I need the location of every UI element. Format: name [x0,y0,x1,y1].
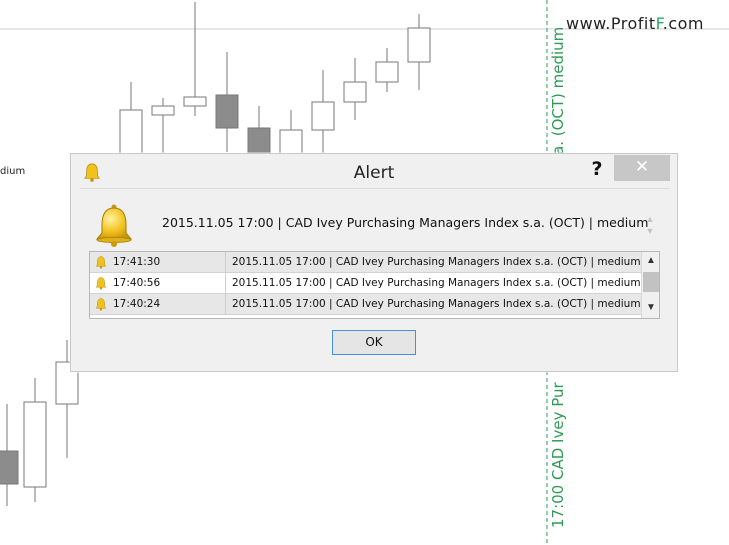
alert-text: 2015.11.05 17:00 | CAD Ivey Purchasing M… [232,298,641,310]
scroll-up-icon[interactable]: ▲ [642,254,659,268]
bullish-candle [23,401,47,488]
watermark-prefix: www.Profit [566,14,656,33]
event-label-upper: a. (OCT) medium [549,26,567,155]
bullish-candle [407,27,431,63]
alert-message: 2015.11.05 17:00 | CAD Ivey Purchasing M… [162,215,649,230]
column-divider [225,273,226,293]
bullish-candle [343,81,367,103]
message-scroll[interactable]: ▲ ▼ [643,213,657,243]
column-divider [225,252,226,272]
bell-icon [95,298,107,311]
list-item[interactable]: 17:40:56 2015.11.05 17:00 | CAD Ivey Pur… [90,273,641,293]
list-item[interactable]: 17:40:24 2015.11.05 17:00 | CAD Ivey Pur… [90,294,641,314]
list-scrollbar[interactable]: ▲ ▼ [641,252,659,318]
bell-icon [95,256,107,269]
watermark-suffix: .com [662,14,705,33]
close-button[interactable]: ✕ [614,155,670,181]
bearish-candle [215,94,239,129]
truncated-label: dium [0,166,26,177]
row-divider [90,314,641,315]
dialog-titlebar[interactable]: Alert ? ✕ [71,154,677,188]
bullish-candle [375,61,399,83]
alert-dialog: Alert ? ✕ 2015.11.05 17:00 | CAD Ivey Pu… [70,153,678,372]
dialog-content: 2015.11.05 17:00 | CAD Ivey Purchasing M… [80,188,669,367]
list-item[interactable]: 17:41:30 2015.11.05 17:00 | CAD Ivey Pur… [90,252,641,272]
alert-time: 17:40:24 [113,298,161,310]
alert-bell-icon [95,204,133,247]
help-button[interactable]: ? [586,156,608,182]
alert-time: 17:41:30 [113,256,161,268]
bearish-candle [0,450,19,485]
event-label-lower: 17:00 CAD Ivey Pur [549,382,567,528]
bullish-candle [311,101,335,131]
alert-time: 17:40:56 [113,277,161,289]
bullish-candle [151,105,175,116]
column-divider [225,294,226,314]
alert-text: 2015.11.05 17:00 | CAD Ivey Purchasing M… [232,277,641,289]
site-watermark: www.ProfitF.com [566,14,704,33]
alert-text: 2015.11.05 17:00 | CAD Ivey Purchasing M… [232,256,641,268]
bell-icon [95,277,107,290]
ok-button[interactable]: OK [332,330,416,355]
alert-history-list: 17:41:30 2015.11.05 17:00 | CAD Ivey Pur… [89,251,660,319]
watermark-accent: F [655,14,663,33]
bullish-candle [183,96,207,107]
scroll-thumb[interactable] [643,272,659,292]
scroll-down-icon[interactable]: ▼ [642,301,659,315]
